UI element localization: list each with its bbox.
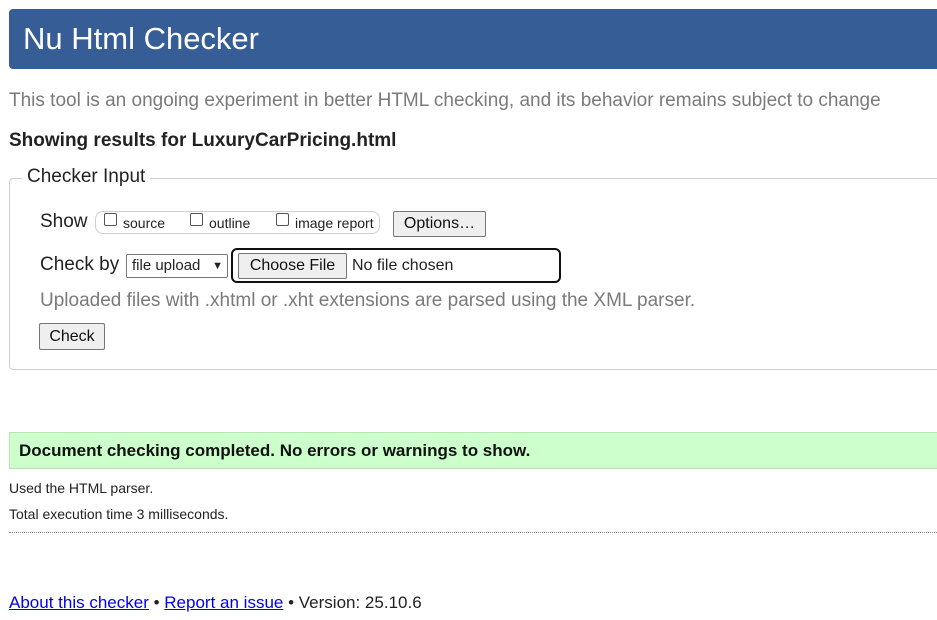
image-report-checkbox[interactable] bbox=[276, 213, 289, 226]
footer-separator: • bbox=[153, 593, 160, 612]
outline-checkbox[interactable] bbox=[190, 213, 203, 226]
check-button[interactable]: Check bbox=[39, 323, 105, 350]
version-text: Version: 25.10.6 bbox=[298, 593, 422, 612]
footer-separator: • bbox=[288, 593, 295, 612]
divider bbox=[9, 532, 937, 533]
report-issue-link[interactable]: Report an issue bbox=[164, 593, 283, 612]
options-button[interactable]: Options… bbox=[393, 211, 486, 237]
chevron-down-icon: ▼ bbox=[212, 260, 223, 272]
page-title: Nu Html Checker bbox=[23, 21, 259, 56]
source-checkbox[interactable] bbox=[104, 213, 117, 226]
success-message: Document checking completed. No errors o… bbox=[9, 432, 937, 469]
about-link[interactable]: About this checker bbox=[9, 593, 149, 612]
check-by-selected-value: file upload bbox=[132, 257, 201, 274]
check-by-select[interactable]: file upload ▼ bbox=[126, 254, 228, 278]
xml-parser-note: Uploaded files with .xhtml or .xht exten… bbox=[40, 290, 696, 311]
page-header: Nu Html Checker bbox=[9, 9, 937, 69]
results-heading: Showing results for LuxuryCarPricing.htm… bbox=[9, 130, 397, 151]
image-report-checkbox-label[interactable]: image report bbox=[295, 215, 374, 231]
execution-time: Total execution time 3 milliseconds. bbox=[9, 506, 229, 522]
parser-info: Used the HTML parser. bbox=[9, 480, 154, 496]
tagline: This tool is an ongoing experiment in be… bbox=[9, 90, 881, 111]
show-label: Show bbox=[40, 211, 88, 232]
footer: About this checker • Report an issue • V… bbox=[9, 593, 422, 613]
source-checkbox-label[interactable]: source bbox=[123, 215, 165, 231]
checker-input-legend: Checker Input bbox=[22, 166, 151, 188]
check-by-label: Check by bbox=[40, 254, 120, 275]
file-status-text: No file chosen bbox=[352, 257, 454, 274]
choose-file-button[interactable]: Choose File bbox=[238, 253, 347, 279]
outline-checkbox-label[interactable]: outline bbox=[209, 215, 250, 231]
